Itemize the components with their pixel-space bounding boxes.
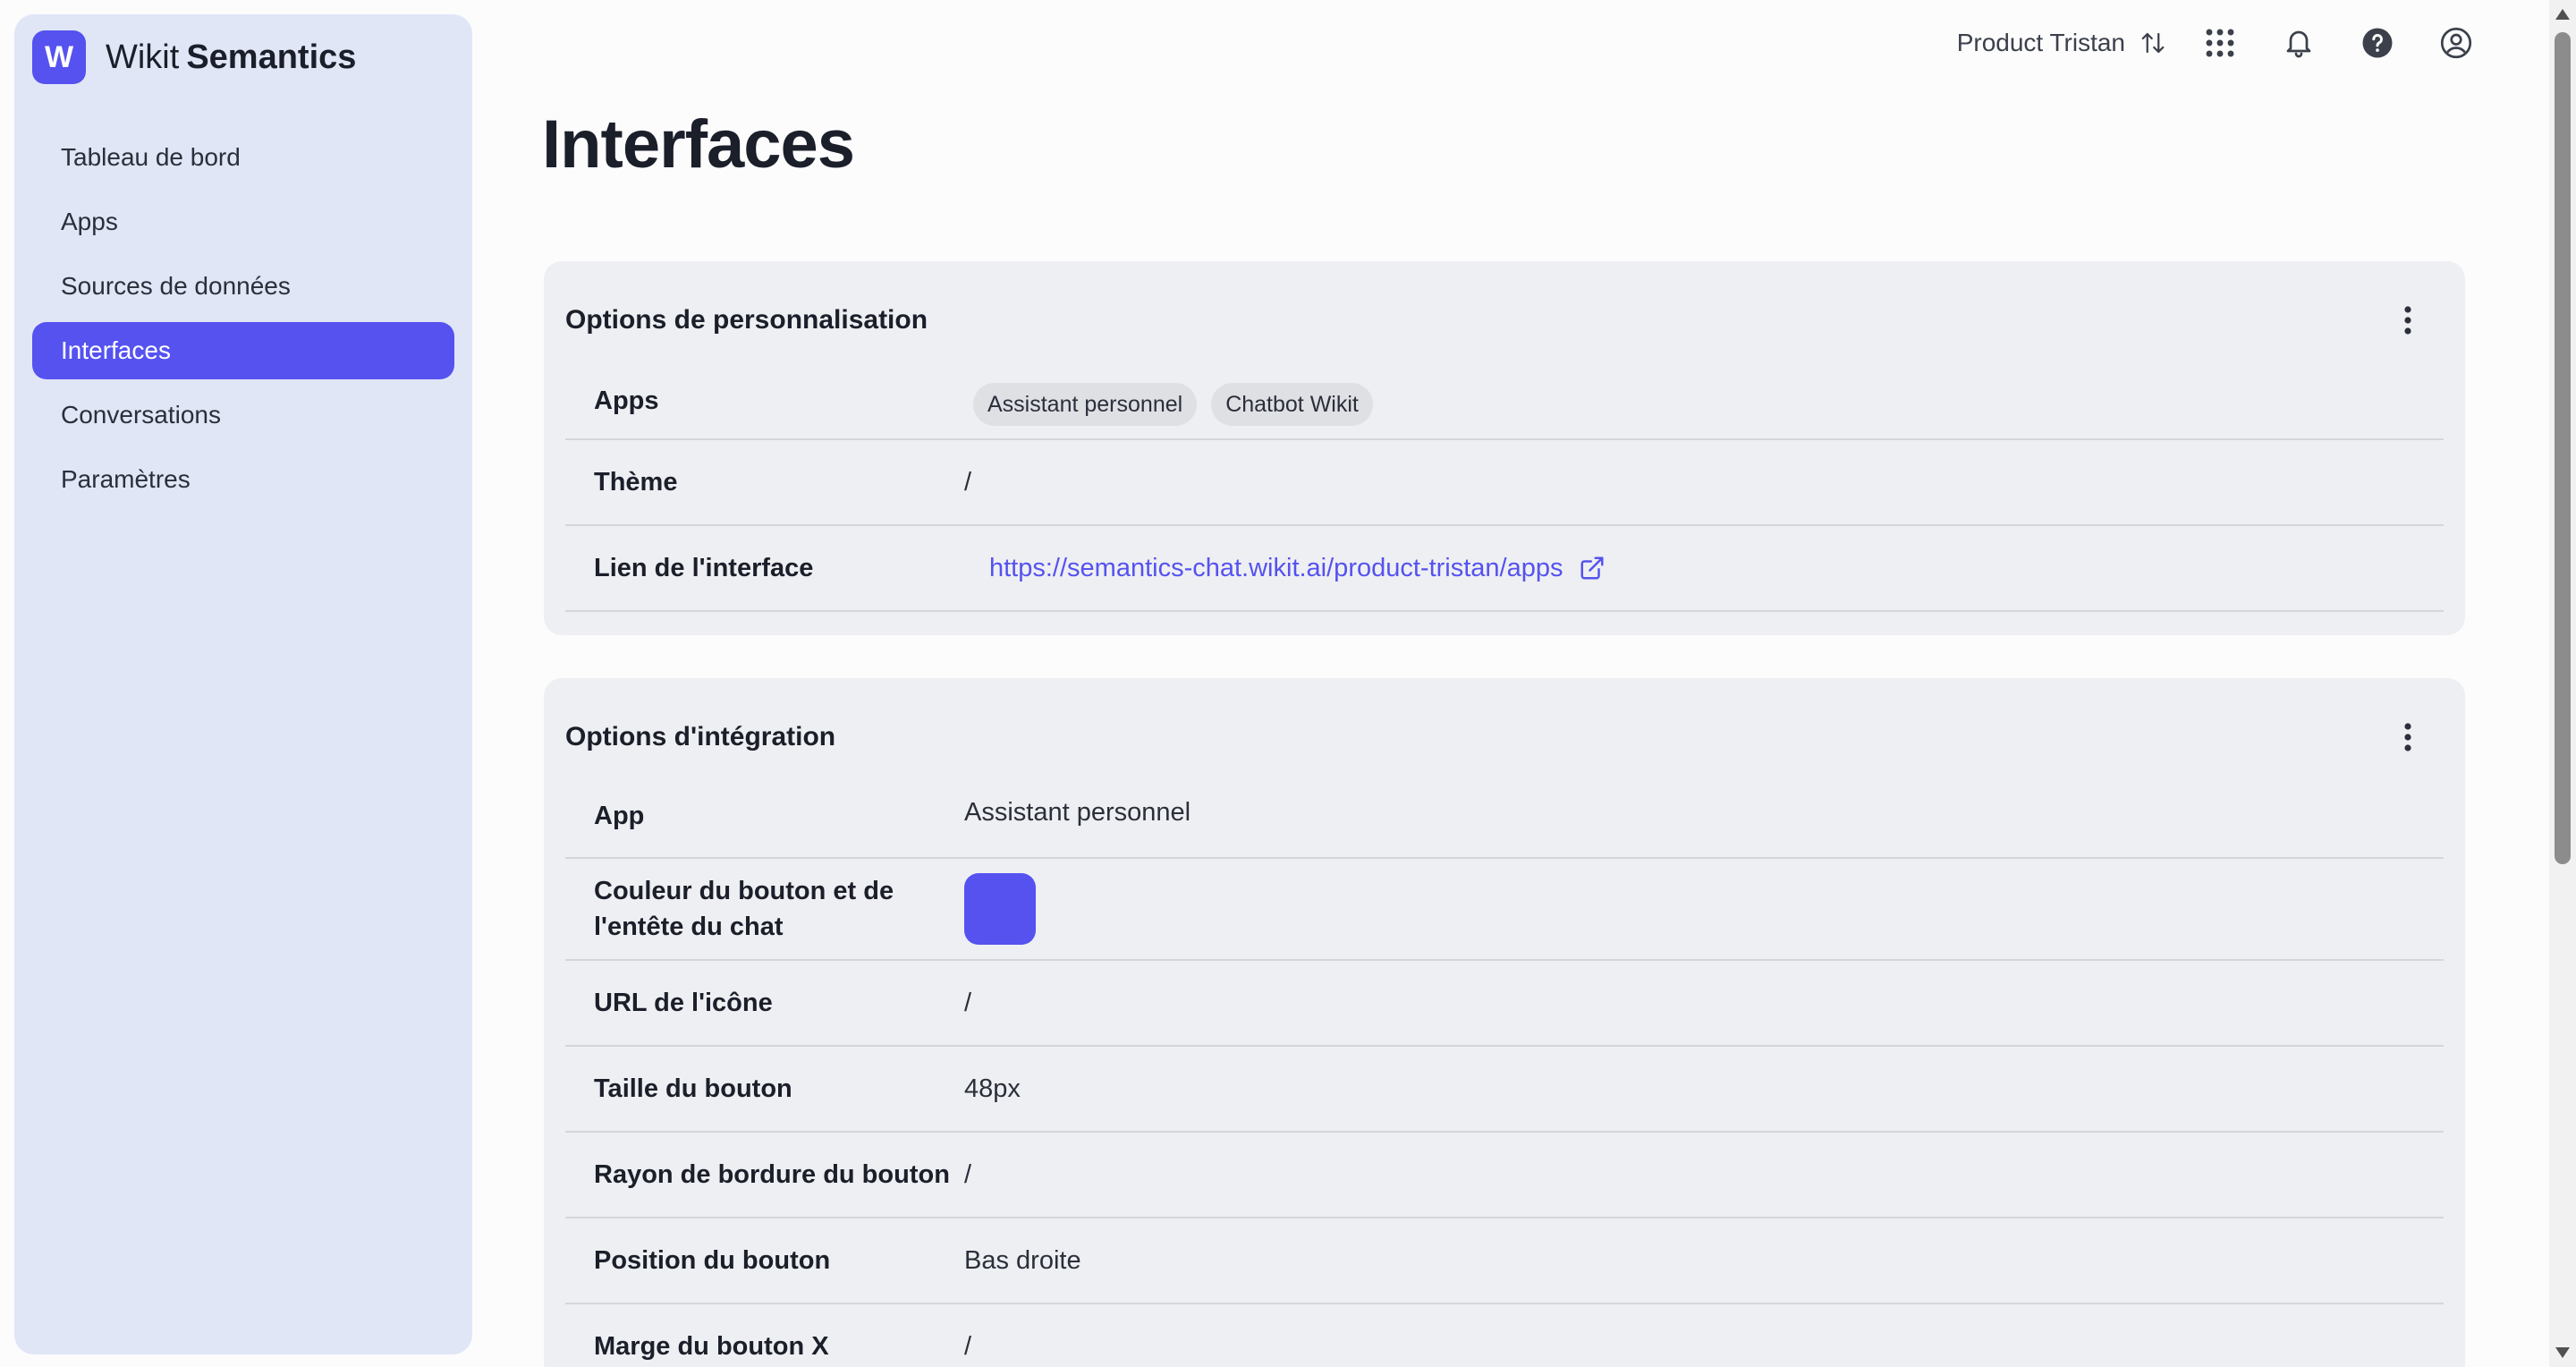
sidebar-item-settings[interactable]: Paramètres: [32, 451, 454, 508]
row-button-color-label-line2: l'entête du chat: [594, 913, 784, 941]
row-button-position-value: Bas droite: [964, 1245, 1081, 1275]
account-icon: [2440, 27, 2472, 59]
row-button-size-value: 48px: [964, 1074, 1021, 1103]
integration-more-button[interactable]: [2386, 716, 2429, 759]
row-app: App Assistant personnel: [565, 785, 2444, 859]
row-button-color: Couleur du bouton et de l'entête du chat: [565, 859, 2444, 961]
apps-grid-icon: [2206, 29, 2234, 57]
sidebar-item-dashboard[interactable]: Tableau de bord: [32, 129, 454, 186]
integration-card: Options d'intégration App Assistant pers…: [544, 678, 2465, 1367]
row-icon-url: URL de l'icône /: [565, 961, 2444, 1047]
sidebar-item-apps[interactable]: Apps: [32, 193, 454, 250]
integration-card-title: Options d'intégration: [565, 722, 836, 751]
interface-link-text: https://semantics-chat.wikit.ai/product-…: [989, 553, 1563, 582]
row-button-position-label: Position du bouton: [594, 1246, 831, 1275]
row-button-position: Position du bouton Bas droite: [565, 1218, 2444, 1304]
row-button-color-label-line1: Couleur du bouton et de: [594, 877, 894, 905]
app-chip[interactable]: Chatbot Wikit: [1211, 383, 1373, 426]
sidebar-nav: Tableau de bord Apps Sources de données …: [32, 129, 454, 515]
row-icon-url-label: URL de l'icône: [594, 989, 773, 1017]
interface-link[interactable]: https://semantics-chat.wikit.ai/product-…: [989, 554, 1606, 583]
apps-grid-button[interactable]: [2195, 18, 2245, 68]
notifications-button[interactable]: [2274, 18, 2324, 68]
row-app-label: App: [594, 802, 645, 830]
top-bar: Product Tristan: [1957, 18, 2481, 68]
personalization-card: Options de personnalisation Apps Assista…: [544, 261, 2465, 635]
row-theme-label: Thème: [594, 468, 678, 497]
row-button-radius-label: Rayon de bordure du bouton: [594, 1160, 950, 1189]
org-switcher[interactable]: Product Tristan: [1957, 29, 2166, 57]
personalization-more-button[interactable]: [2386, 299, 2429, 342]
scroll-thumb[interactable]: [2555, 32, 2571, 864]
row-theme: Thème /: [565, 440, 2444, 526]
row-theme-value: /: [964, 467, 972, 497]
sidebar-item-conversations[interactable]: Conversations: [32, 386, 454, 444]
row-button-margin-x-label: Marge du bouton X: [594, 1332, 829, 1361]
row-button-margin-x-value: /: [964, 1331, 972, 1361]
integration-card-header: Options d'intégration: [565, 678, 2444, 785]
row-button-radius: Rayon de bordure du bouton /: [565, 1133, 2444, 1218]
more-vertical-icon: [2404, 306, 2411, 335]
brand-name-part2: Semantics: [186, 38, 357, 76]
row-interface-link-label: Lien de l'interface: [594, 554, 814, 582]
row-apps-label: Apps: [594, 386, 659, 415]
brand-name: Wikit Semantics: [106, 38, 356, 77]
row-button-size: Taille du bouton 48px: [565, 1047, 2444, 1133]
brand-name-part1: Wikit: [106, 38, 180, 76]
account-button[interactable]: [2431, 18, 2481, 68]
app-chip[interactable]: Assistant personnel: [973, 383, 1198, 426]
personalization-card-title: Options de personnalisation: [565, 305, 928, 335]
row-button-color-label: Couleur du bouton et de l'entête du chat: [565, 873, 964, 945]
sidebar: W Wikit Semantics Tableau de bord Apps So…: [14, 14, 472, 1354]
page-title: Interfaces: [542, 106, 855, 183]
color-swatch[interactable]: [964, 873, 1036, 945]
row-button-margin-x: Marge du bouton X /: [565, 1304, 2444, 1367]
org-name: Product Tristan: [1956, 29, 2125, 56]
scroll-up-arrow-icon[interactable]: [2555, 9, 2570, 20]
page-scrollbar[interactable]: [2549, 0, 2576, 1367]
row-button-size-label: Taille du bouton: [594, 1074, 792, 1103]
row-button-color-value: [964, 873, 1036, 945]
row-button-radius-value: /: [964, 1159, 972, 1189]
sidebar-item-interfaces[interactable]: Interfaces: [32, 322, 454, 379]
bell-icon: [2286, 30, 2311, 58]
personalization-card-header: Options de personnalisation: [565, 261, 2444, 369]
help-icon: [2362, 28, 2393, 58]
external-link-icon: [1580, 556, 1604, 580]
switch-arrows-icon: [2141, 32, 2165, 54]
brand[interactable]: W Wikit Semantics: [32, 30, 356, 84]
more-vertical-icon: [2404, 723, 2411, 751]
help-button[interactable]: [2352, 18, 2402, 68]
row-icon-url-value: /: [964, 988, 972, 1017]
row-app-value: Assistant personnel: [964, 798, 1191, 827]
sidebar-item-data-sources[interactable]: Sources de données: [32, 258, 454, 315]
scroll-down-arrow-icon[interactable]: [2555, 1347, 2570, 1358]
row-apps-value: Assistant personnel Chatbot Wikit: [973, 383, 1387, 426]
row-apps: Apps Assistant personnel Chatbot Wikit: [565, 369, 2444, 440]
row-interface-link: Lien de l'interface https://semantics-ch…: [565, 526, 2444, 612]
brand-logo-icon: W: [32, 30, 86, 84]
